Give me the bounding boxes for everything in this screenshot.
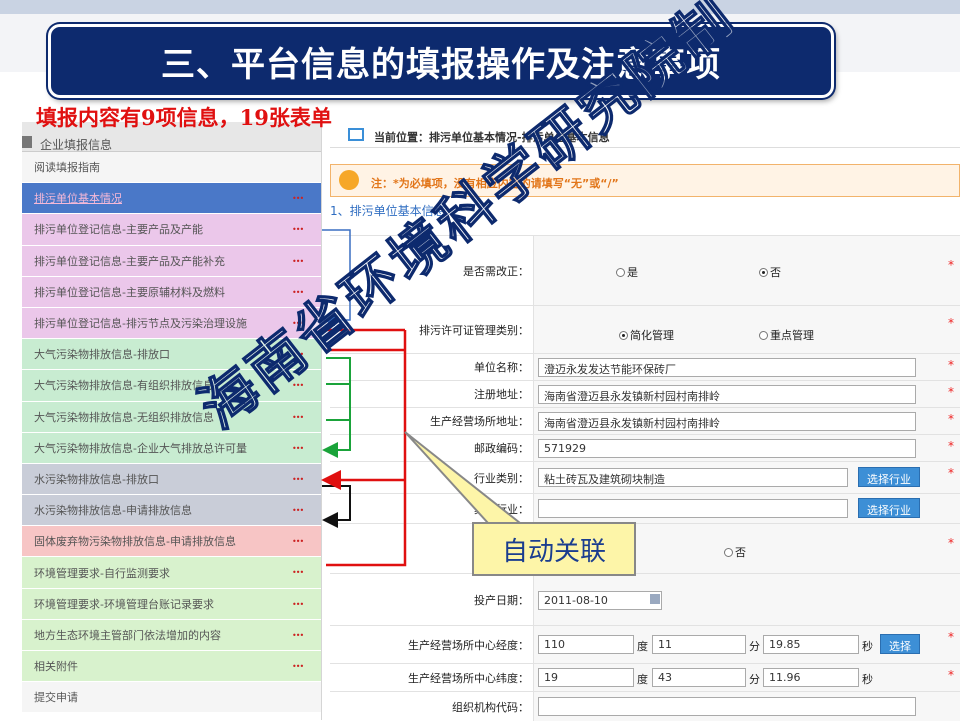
- callout-pointer: [404, 431, 523, 524]
- slide-subtitle: 填报内容有9项信息，19张表单: [36, 105, 332, 130]
- red-link-arrow: [326, 328, 407, 567]
- black-link-arrow: [322, 485, 351, 528]
- green-link-arrow: [326, 357, 351, 450]
- auto-link-callout: 自动关联: [472, 522, 636, 576]
